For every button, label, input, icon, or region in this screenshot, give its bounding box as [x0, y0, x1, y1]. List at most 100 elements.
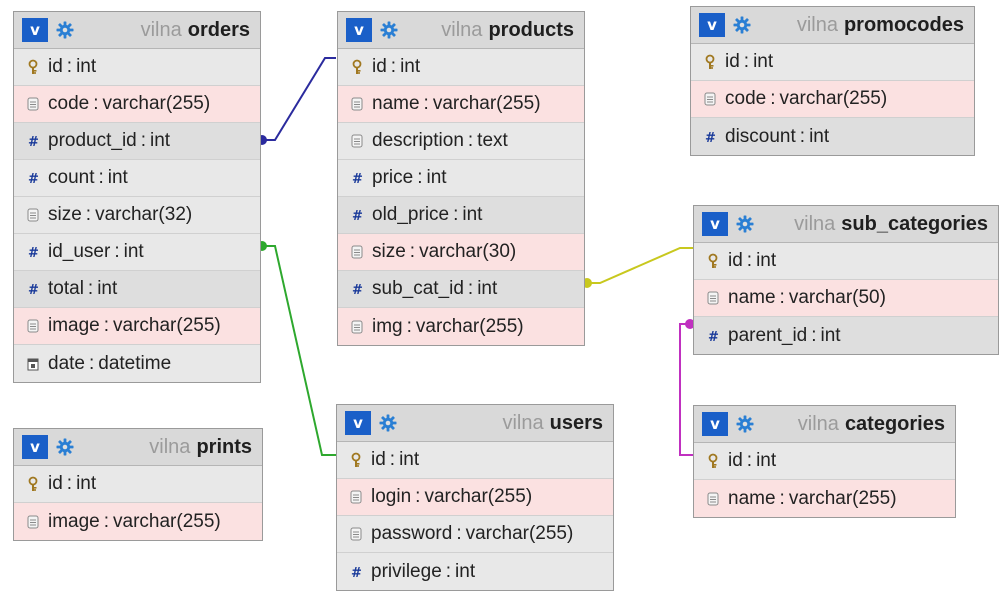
column-separator: : [66, 473, 73, 494]
column-name: discount [725, 125, 796, 147]
table-header[interactable]: v vilna categories [694, 406, 955, 443]
number-icon: # [26, 245, 40, 259]
column-row[interactable]: id: int [338, 49, 584, 86]
svg-text:#: # [351, 566, 362, 579]
column-row[interactable]: size: varchar(30) [338, 234, 584, 271]
collapse-toggle-button[interactable]: v [22, 18, 48, 42]
relation-orders-users [260, 245, 336, 456]
column-row[interactable]: # count: int [14, 160, 260, 197]
column-row[interactable]: id: int [14, 49, 260, 86]
column-row[interactable]: # discount: int [691, 118, 974, 155]
column-row[interactable]: name: varchar(50) [694, 280, 998, 317]
text-field-icon [350, 134, 364, 148]
column-separator: : [87, 278, 94, 299]
column-row[interactable]: # sub_cat_id: int [338, 271, 584, 308]
column-name: image [48, 510, 100, 532]
column-type: int [753, 51, 774, 72]
table-header[interactable]: v vilna prints [14, 429, 262, 466]
column-type: varchar(255) [779, 88, 888, 109]
column-row[interactable]: name: varchar(255) [694, 480, 955, 517]
relation-orders-products [260, 57, 336, 141]
column-row[interactable]: # parent_id: int [694, 317, 998, 354]
column-row[interactable]: code: varchar(255) [14, 86, 260, 123]
table-title: vilna users [502, 405, 603, 441]
column-row[interactable]: size: varchar(32) [14, 197, 260, 234]
column-row[interactable]: # old_price: int [338, 197, 584, 234]
gear-icon[interactable] [379, 414, 397, 432]
column-row[interactable]: # product_id: int [14, 123, 260, 160]
column-row[interactable]: name: varchar(255) [338, 86, 584, 123]
column-separator: : [799, 125, 806, 147]
number-icon: # [349, 565, 363, 579]
column-name: code [725, 88, 767, 109]
column-row[interactable]: login: varchar(255) [337, 479, 613, 516]
gear-icon[interactable] [56, 438, 74, 456]
text-field-icon [350, 320, 364, 334]
column-row[interactable]: description: text [338, 123, 584, 160]
number-icon: # [26, 282, 40, 296]
svg-text:#: # [352, 172, 363, 185]
table-header[interactable]: v vilna promocodes [691, 7, 974, 44]
text-field-icon [350, 245, 364, 259]
column-separator: : [114, 241, 120, 262]
number-icon: # [703, 130, 717, 144]
collapse-toggle-button[interactable]: v [345, 411, 371, 435]
collapse-toggle-button[interactable]: v [346, 18, 372, 42]
column-row[interactable]: id: int [337, 442, 613, 479]
column-name: id [725, 51, 740, 72]
table-header[interactable]: v vilna users [337, 405, 613, 442]
column-separator: : [389, 449, 396, 470]
table-users[interactable]: v vilna users id: int login: varchar(255) passw… [336, 404, 614, 591]
column-name: image [48, 315, 100, 336]
column-row[interactable]: img: varchar(255) [338, 308, 584, 345]
column-row[interactable]: date: datetime [14, 345, 260, 382]
database-name: vilna [149, 435, 191, 458]
key-icon [706, 253, 720, 269]
collapse-toggle-button[interactable]: v [702, 412, 728, 436]
column-row[interactable]: code: varchar(255) [691, 81, 974, 118]
table-name: users [549, 411, 603, 434]
gear-icon[interactable] [56, 21, 74, 39]
column-row[interactable]: image: varchar(255) [14, 308, 260, 345]
table-prints[interactable]: v vilna prints id: int image: varchar(255) [13, 428, 263, 541]
table-title: vilna promocodes [797, 7, 964, 43]
table-products[interactable]: v vilna products id: int name: varchar(255) des… [337, 11, 585, 346]
collapse-toggle-button[interactable]: v [22, 435, 48, 459]
column-row[interactable]: # total: int [14, 271, 260, 308]
column-row[interactable]: id: int [691, 44, 974, 81]
table-sub-categories[interactable]: v vilna sub_categories id: int name: varchar(5… [693, 205, 999, 355]
key-icon [26, 59, 40, 75]
table-orders[interactable]: v vilna orders id: int code: varchar(255) # prod… [13, 11, 261, 383]
key-icon [706, 453, 720, 469]
column-row[interactable]: # id_user: int [14, 234, 260, 271]
gear-icon[interactable] [380, 21, 398, 39]
column-name: id [371, 449, 386, 470]
collapse-toggle-button[interactable]: v [702, 212, 728, 236]
table-title: vilna products [441, 12, 574, 48]
table-categories[interactable]: v vilna categories id: int name: varchar(255) [693, 405, 956, 518]
column-row[interactable]: password: varchar(255) [337, 516, 613, 553]
column-row[interactable]: id: int [694, 443, 955, 480]
table-header[interactable]: v vilna orders [14, 12, 260, 49]
column-row[interactable]: # price: int [338, 160, 584, 197]
column-row[interactable]: # privilege: int [337, 553, 613, 590]
column-name: img [372, 315, 403, 337]
column-type: varchar(30) [419, 241, 517, 262]
column-row[interactable]: id: int [694, 243, 998, 280]
text-field-icon [350, 97, 364, 111]
table-promocodes[interactable]: v vilna promocodes id: int code: varchar(255) #… [690, 6, 975, 156]
gear-icon[interactable] [733, 16, 751, 34]
collapse-toggle-button[interactable]: v [699, 13, 725, 37]
column-row[interactable]: image: varchar(255) [14, 503, 262, 540]
column-name: size [48, 204, 82, 225]
table-header[interactable]: v vilna products [338, 12, 584, 49]
column-separator: : [779, 287, 785, 308]
column-row[interactable]: id: int [14, 466, 262, 503]
gear-icon[interactable] [736, 415, 754, 433]
column-separator: : [93, 93, 99, 114]
column-type: int [150, 130, 171, 151]
database-name: vilna [140, 18, 182, 41]
svg-text:#: # [352, 283, 363, 296]
table-header[interactable]: v vilna sub_categories [694, 206, 998, 243]
gear-icon[interactable] [736, 215, 754, 233]
